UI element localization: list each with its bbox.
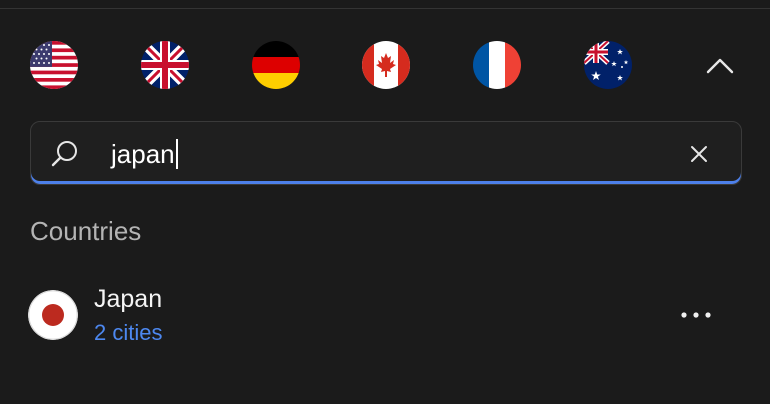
collapse-chevron-up-icon[interactable]	[700, 51, 740, 81]
quick-flags-row	[0, 41, 770, 91]
result-cities-link[interactable]: 2 cities	[94, 318, 162, 348]
location-picker: japan Countries Japan 2 cities	[0, 0, 770, 404]
us-flag-icon[interactable]	[30, 41, 78, 89]
text-caret	[175, 139, 178, 170]
search-input[interactable]: japan	[111, 138, 671, 170]
france-flag-icon[interactable]	[473, 41, 521, 89]
search-input-value: japan	[111, 139, 175, 169]
result-row-japan[interactable]: Japan 2 cities	[28, 282, 740, 352]
japan-flag-icon	[28, 290, 78, 340]
divider	[0, 8, 770, 9]
close-icon[interactable]	[687, 142, 711, 166]
germany-flag-icon[interactable]	[252, 41, 300, 89]
search-icon	[49, 138, 81, 170]
australia-flag-icon[interactable]	[584, 41, 632, 89]
section-heading-countries: Countries	[30, 216, 142, 246]
result-name: Japan	[94, 285, 163, 313]
uk-flag-icon[interactable]	[141, 41, 189, 89]
more-options-icon[interactable]	[678, 302, 714, 328]
canada-flag-icon[interactable]	[362, 41, 410, 89]
search-box[interactable]: japan	[30, 121, 742, 185]
